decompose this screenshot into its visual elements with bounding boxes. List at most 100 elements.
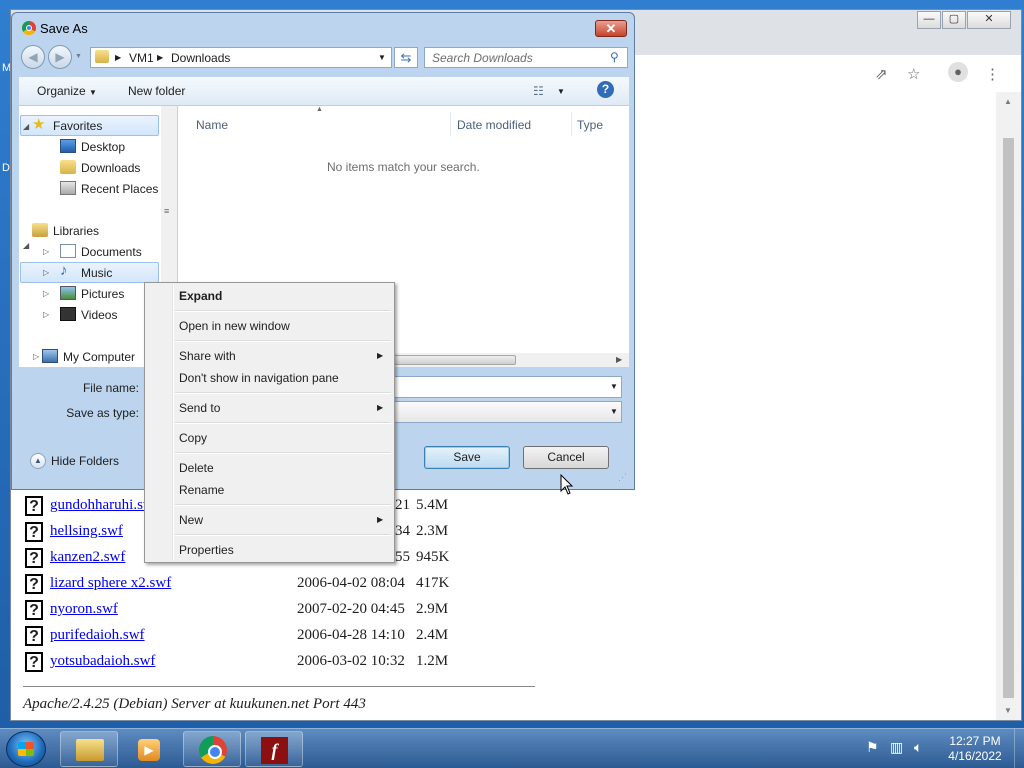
file-link[interactable]: purifedaioh.swf <box>50 627 145 644</box>
menu-item-send-to[interactable]: Send to <box>179 401 220 415</box>
forward-button[interactable]: ▶ <box>48 45 72 69</box>
flash-icon: f <box>261 737 288 764</box>
address-bar[interactable]: ▶ VM1 ▶ Downloads ▼ <box>90 47 392 68</box>
menu-item-dont-show[interactable]: Don't show in navigation pane <box>179 371 339 385</box>
address-dropdown-icon[interactable]: ▼ <box>378 53 386 62</box>
computer-icon <box>42 349 58 363</box>
menu-item-new[interactable]: New <box>179 513 203 527</box>
scroll-thumb[interactable] <box>1003 138 1014 698</box>
pictures-icon <box>60 286 76 300</box>
view-dropdown-icon[interactable]: ▼ <box>557 87 565 96</box>
close-button[interactable]: ✕ <box>967 11 1011 29</box>
star-icon[interactable]: ☆ <box>907 65 920 83</box>
menu-icon[interactable]: ⋮ <box>985 65 1000 83</box>
recent-pages-icon[interactable]: ▼ <box>75 53 82 60</box>
scroll-right-icon[interactable]: ▶ <box>616 355 622 364</box>
context-menu: Expand Open in new window Share with ▶ D… <box>144 282 395 563</box>
maximize-button[interactable]: ▢ <box>942 11 966 29</box>
desktop-icon-label[interactable]: D <box>2 162 10 174</box>
breadcrumb-arrow-icon: ▶ <box>157 53 164 62</box>
scroll-up-icon[interactable]: ▲ <box>1004 97 1012 106</box>
organize-label: Organize <box>37 84 86 98</box>
scroll-down-icon[interactable]: ▼ <box>1004 706 1012 715</box>
taskbar-app-explorer[interactable] <box>60 731 118 767</box>
column-divider[interactable] <box>571 112 572 136</box>
collapsed-arrow-icon[interactable]: ▷ <box>43 310 49 319</box>
network-icon[interactable]: ▥ <box>890 739 903 756</box>
taskbar: ▶ f ⚑ ▥ 🔈︎ 12:27 PM 4/16/2022 <box>0 728 1024 768</box>
minimize-button[interactable]: — <box>917 11 941 29</box>
taskbar-app-chrome[interactable] <box>183 731 241 767</box>
search-icon[interactable]: ⚲ <box>610 50 619 64</box>
column-header-name[interactable]: Name <box>196 118 228 132</box>
share-icon[interactable]: ⇗ <box>875 65 888 83</box>
collapsed-arrow-icon[interactable]: ▷ <box>43 268 49 277</box>
column-header-date[interactable]: Date modified <box>457 118 531 132</box>
menu-item-delete[interactable]: Delete <box>179 461 214 475</box>
resize-grip-icon[interactable]: ⋰ <box>618 472 627 483</box>
file-date: 55 <box>395 549 410 565</box>
menu-item-copy[interactable]: Copy <box>179 431 207 445</box>
breadcrumb-item[interactable]: Downloads <box>171 51 230 65</box>
cancel-button[interactable]: Cancel <box>523 446 609 469</box>
action-center-icon[interactable]: ⚑ <box>866 739 879 756</box>
expanded-arrow-icon[interactable]: ◢ <box>23 241 29 250</box>
chevron-down-icon[interactable]: ▼ <box>610 407 618 416</box>
chrome-center <box>208 745 222 759</box>
show-desktop-button[interactable] <box>1014 729 1024 768</box>
videos-icon <box>60 307 76 321</box>
nav-label: Music <box>81 266 113 280</box>
file-name-dropdown-icon[interactable]: ▼ <box>610 382 618 391</box>
save-button[interactable]: Save <box>424 446 510 469</box>
help-icon[interactable]: ? <box>597 81 614 98</box>
collapsed-arrow-icon[interactable]: ▷ <box>33 352 39 361</box>
system-clock[interactable]: 12:27 PM 4/16/2022 <box>940 734 1010 764</box>
new-folder-button[interactable]: New folder <box>128 84 185 98</box>
star-icon: ★ <box>32 116 46 133</box>
breadcrumb-item[interactable]: VM1 <box>129 51 154 65</box>
start-button[interactable] <box>6 731 46 767</box>
file-size: 2.3M <box>416 523 449 539</box>
menu-item-expand[interactable]: Expand <box>179 289 222 303</box>
unknown-file-icon: ? <box>25 600 43 620</box>
column-header-type[interactable]: Type <box>577 118 603 132</box>
dialog-close-button[interactable]: ✕ <box>595 20 627 37</box>
nav-label: Documents <box>81 245 142 259</box>
file-link[interactable]: nyoron.swf <box>50 601 118 618</box>
menu-item-open-new-window[interactable]: Open in new window <box>179 319 290 333</box>
page-scrollbar[interactable]: ▲ ▼ <box>996 92 1021 720</box>
file-link[interactable]: yotsubadaioh.swf <box>50 653 155 670</box>
file-link[interactable]: lizard sphere x2.swf <box>50 575 171 592</box>
file-link[interactable]: hellsing.swf <box>50 523 123 540</box>
search-input[interactable]: Search Downloads ⚲ <box>424 47 628 68</box>
taskbar-app-flash[interactable]: f <box>245 731 303 767</box>
desktop-icon <box>60 139 76 153</box>
file-size: 2.9M <box>416 601 449 617</box>
menu-item-share-with[interactable]: Share with <box>179 349 236 363</box>
scroll-grip-icon[interactable]: ≡ <box>164 206 169 216</box>
taskbar-app-media-player[interactable]: ▶ <box>121 731 179 767</box>
collapsed-arrow-icon[interactable]: ▷ <box>43 289 49 298</box>
collapsed-arrow-icon[interactable]: ▷ <box>43 247 49 256</box>
server-signature: Apache/2.4.25 (Debian) Server at kuukune… <box>23 696 366 712</box>
file-size: 945K <box>416 549 450 565</box>
menu-item-properties[interactable]: Properties <box>179 543 234 557</box>
refresh-button[interactable]: ⇆ <box>394 47 418 68</box>
expanded-arrow-icon[interactable]: ◢ <box>23 122 29 131</box>
view-options-icon[interactable]: ☷ <box>533 84 544 98</box>
clock-time: 12:27 PM <box>949 734 1001 748</box>
file-link[interactable]: kanzen2.swf <box>50 549 125 566</box>
profile-icon[interactable]: ● <box>948 62 968 82</box>
unknown-file-icon: ? <box>25 548 43 568</box>
nav-label: Recent Places <box>81 182 159 196</box>
nav-label: Libraries <box>53 224 100 238</box>
volume-icon[interactable]: 🔈︎ <box>914 739 922 756</box>
organize-button[interactable]: Organize ▼ <box>37 84 97 98</box>
unknown-file-icon: ? <box>25 496 43 516</box>
menu-separator <box>175 392 391 394</box>
back-button[interactable]: ◀ <box>21 45 45 69</box>
menu-item-rename[interactable]: Rename <box>179 483 224 497</box>
file-link[interactable]: gundohharuhi.swf <box>50 497 159 514</box>
submenu-arrow-icon: ▶ <box>377 403 384 412</box>
column-divider[interactable] <box>450 112 451 136</box>
